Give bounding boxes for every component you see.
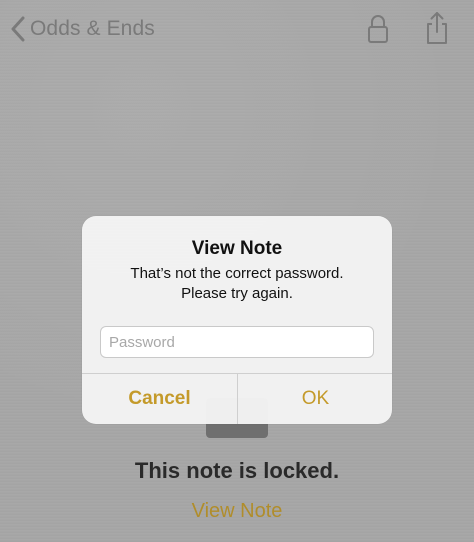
notes-screen: Odds & Ends This note is locked. View No… bbox=[0, 0, 474, 542]
alert-message: That’s not the correct password. Please … bbox=[82, 264, 392, 304]
ok-button[interactable]: OK bbox=[238, 374, 392, 424]
share-button[interactable] bbox=[422, 10, 452, 46]
lock-icon bbox=[364, 15, 392, 49]
view-note-link[interactable]: View Note bbox=[0, 500, 474, 523]
back-button-label: Odds & Ends bbox=[30, 17, 155, 40]
chevron-left-icon bbox=[10, 16, 26, 42]
alert-message-line-1: That’s not the correct password. bbox=[130, 265, 344, 282]
back-button[interactable]: Odds & Ends bbox=[10, 13, 155, 45]
alert-title: View Note bbox=[191, 238, 283, 259]
alert-message-line-2: Please try again. bbox=[181, 285, 293, 302]
password-field[interactable] bbox=[100, 326, 374, 358]
cancel-button[interactable]: Cancel bbox=[82, 374, 237, 424]
lock-button[interactable] bbox=[364, 13, 392, 45]
navigation-bar: Odds & Ends bbox=[0, 0, 474, 60]
view-note-alert: View Note That’s not the correct passwor… bbox=[82, 216, 392, 424]
locked-note-message: This note is locked. bbox=[134, 458, 340, 483]
share-icon bbox=[422, 12, 452, 50]
